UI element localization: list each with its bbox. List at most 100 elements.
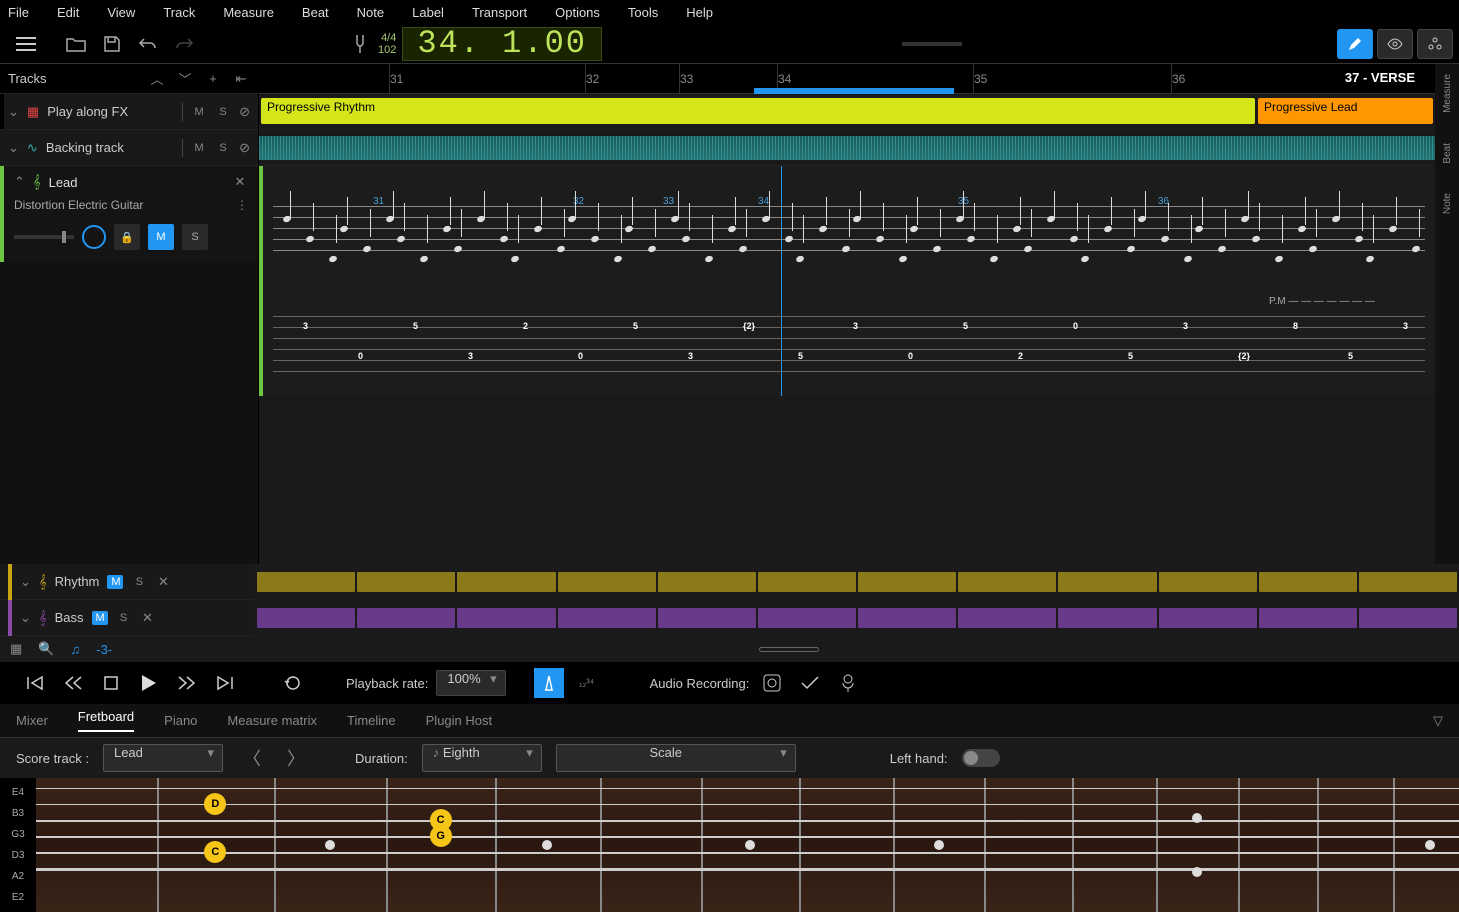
metronome-button[interactable] <box>534 668 564 698</box>
waveform-row[interactable] <box>259 130 1435 166</box>
redo-icon[interactable] <box>166 28 202 60</box>
mute-button[interactable]: M <box>191 106 207 118</box>
notes-icon[interactable]: ♫ <box>70 642 80 657</box>
track-play-along-fx[interactable]: ⌄ ▦ Play along FX M S ⊘ <box>0 94 258 130</box>
forward-icon[interactable] <box>172 668 202 698</box>
edit-mode-button[interactable] <box>1337 29 1373 59</box>
save-icon[interactable] <box>94 28 130 60</box>
finger-marker[interactable]: D <box>204 793 226 815</box>
playback-rate-select[interactable]: 100% <box>436 670 505 696</box>
time-signature[interactable]: 4/4 102 <box>378 32 402 56</box>
track-up-icon[interactable]: ︿ <box>148 70 166 88</box>
tab-mixer[interactable]: Mixer <box>16 713 48 728</box>
loop-icon[interactable] <box>278 668 308 698</box>
close-icon[interactable]: ✕ <box>155 574 171 590</box>
timeline-ruler[interactable]: 31 32 33 34 35 36 37 - VERSE <box>259 64 1435 94</box>
skip-end-icon[interactable] <box>210 668 240 698</box>
visibility-icon[interactable]: ⊘ <box>239 104 250 120</box>
fretboard-neck[interactable]: DCCG <box>36 778 1459 912</box>
menu-beat[interactable]: Beat <box>302 5 329 20</box>
tab-fretboard[interactable]: Fretboard <box>78 709 134 732</box>
lock-icon[interactable]: 🔒 <box>114 224 140 250</box>
solo-button[interactable]: S <box>182 224 208 250</box>
mute-button[interactable]: M <box>148 224 174 250</box>
clip-progressive-lead[interactable]: Progressive Lead <box>1258 98 1433 124</box>
menu-track[interactable]: Track <box>163 5 195 20</box>
tuning-fork-icon[interactable] <box>342 28 378 60</box>
solo-button[interactable]: S <box>131 576 147 588</box>
tab-timeline[interactable]: Timeline <box>347 713 396 728</box>
pan-knob[interactable] <box>82 225 106 249</box>
track-lead[interactable]: ⌃ 𝄞 Lead ✕ Distortion Electric Guitar ⋮ … <box>0 166 258 262</box>
close-icon[interactable]: ✕ <box>140 610 156 626</box>
record-icon[interactable] <box>757 668 787 698</box>
mute-button[interactable]: M <box>92 611 108 625</box>
play-icon[interactable] <box>134 668 164 698</box>
menu-options[interactable]: Options <box>555 5 600 20</box>
hamburger-button[interactable] <box>6 28 46 60</box>
open-icon[interactable] <box>58 28 94 60</box>
add-track-icon[interactable]: + <box>204 70 222 88</box>
solo-button[interactable]: S <box>215 142 231 154</box>
menu-view[interactable]: View <box>107 5 135 20</box>
check-icon[interactable] <box>795 668 825 698</box>
palm-mute-label: P.M — — — — — — — <box>1269 296 1375 307</box>
volume-slider[interactable] <box>902 42 962 46</box>
undo-icon[interactable] <box>130 28 166 60</box>
drag-handle[interactable] <box>759 647 819 652</box>
collapse-icon[interactable]: ⇤ <box>232 70 250 88</box>
menu-note[interactable]: Note <box>357 5 384 20</box>
menu-label[interactable]: Label <box>412 5 444 20</box>
menu-tools[interactable]: Tools <box>628 5 658 20</box>
beat-tab[interactable]: Beat <box>1442 143 1453 164</box>
section-label: 37 - VERSE <box>1345 70 1415 85</box>
track-bass[interactable]: ⌄ 𝄞 Bass M S ✕ <box>0 600 1459 636</box>
fretboard[interactable]: E4 B3 G3 D3 A2 E2 DCCG <box>0 778 1459 912</box>
menu-edit[interactable]: Edit <box>57 5 79 20</box>
finger-marker[interactable]: C <box>204 841 226 863</box>
position-counter[interactable]: 34. 1.00 <box>402 27 602 61</box>
solo-button[interactable]: S <box>215 106 231 118</box>
mute-button[interactable]: M <box>191 142 207 154</box>
grid-icon[interactable]: ▦ <box>10 641 22 657</box>
filter-icon[interactable]: ▽ <box>1433 713 1443 729</box>
finger-marker[interactable]: G <box>430 825 452 847</box>
notation-view[interactable]: 31 32 33 34 35 36 P.M — — — — — — — 3053… <box>259 166 1435 396</box>
prev-icon[interactable]: 〈 <box>237 745 267 771</box>
more-icon[interactable]: ⋮ <box>236 198 248 212</box>
close-icon[interactable]: ✕ <box>232 174 248 190</box>
menu-help[interactable]: Help <box>686 5 713 20</box>
mute-button[interactable]: M <box>107 575 123 589</box>
stop-icon[interactable] <box>96 668 126 698</box>
tab-plugin-host[interactable]: Plugin Host <box>426 713 492 728</box>
track-down-icon[interactable]: ﹀ <box>176 70 194 88</box>
mic-settings-icon[interactable] <box>833 668 863 698</box>
measure-tab[interactable]: Measure <box>1442 74 1453 113</box>
rewind-icon[interactable] <box>58 668 88 698</box>
visibility-icon[interactable]: ⊘ <box>239 140 250 156</box>
menu-measure[interactable]: Measure <box>223 5 274 20</box>
triplet-icon[interactable]: -3- <box>96 642 112 657</box>
menu-transport[interactable]: Transport <box>472 5 527 20</box>
duration-select[interactable]: ♪ Eighth <box>422 744 542 772</box>
view-mode-button[interactable] <box>1377 29 1413 59</box>
solo-button[interactable]: S <box>116 612 132 624</box>
time-sig-top: 4/4 <box>378 32 396 44</box>
scale-select[interactable]: Scale <box>556 744 796 772</box>
tab-piano[interactable]: Piano <box>164 713 197 728</box>
clip-progressive-rhythm[interactable]: Progressive Rhythm <box>261 98 1255 124</box>
settings-icon[interactable] <box>1417 29 1453 59</box>
zoom-icon[interactable]: 🔍 <box>38 641 54 657</box>
timeline-area[interactable]: 31 32 33 34 35 36 37 - VERSE Progressive… <box>259 64 1435 564</box>
volume-slider[interactable] <box>14 235 74 239</box>
next-icon[interactable]: 〉 <box>281 745 311 771</box>
menu-file[interactable]: File <box>8 5 29 20</box>
track-rhythm[interactable]: ⌄ 𝄞 Rhythm M S ✕ <box>0 564 1459 600</box>
left-hand-toggle[interactable] <box>962 749 1000 767</box>
score-track-select[interactable]: Lead <box>103 744 223 772</box>
tab-measure-matrix[interactable]: Measure matrix <box>227 713 317 728</box>
note-tab[interactable]: Note <box>1442 193 1453 214</box>
skip-start-icon[interactable] <box>20 668 50 698</box>
track-backing[interactable]: ⌄ ∿ Backing track M S ⊘ <box>0 130 258 166</box>
countdown-icon[interactable]: ₁₂³⁴ <box>572 668 602 698</box>
